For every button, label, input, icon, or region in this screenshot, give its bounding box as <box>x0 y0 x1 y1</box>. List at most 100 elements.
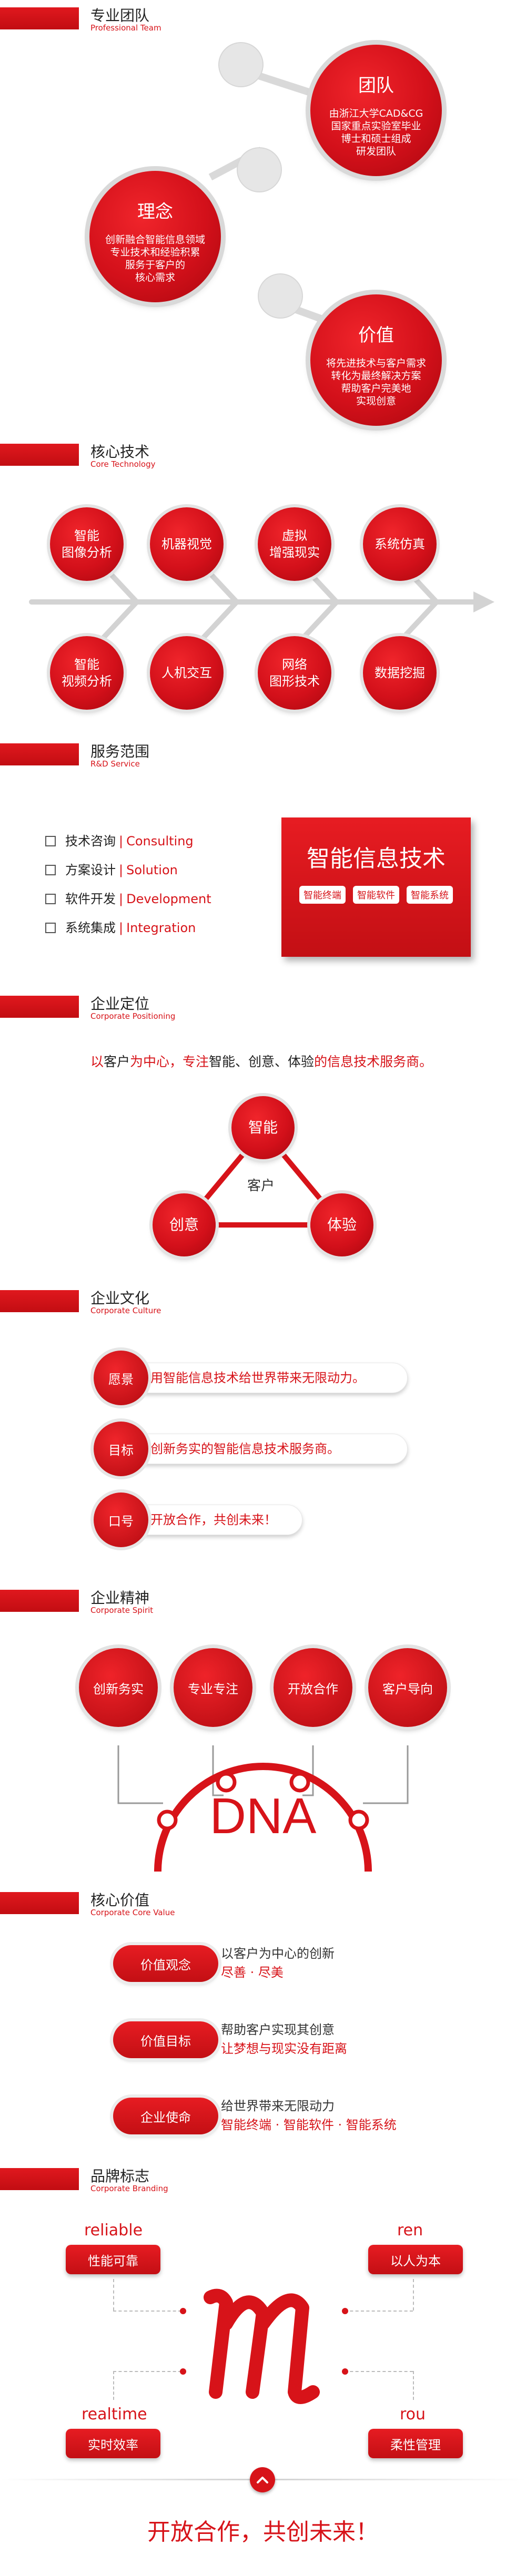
section-title: 核心价值 <box>90 1892 150 1909</box>
tech-label: 视频分析 <box>62 674 112 689</box>
value-circle-text: 将先进技术与客户需求 转化为最终解决方案 帮助客户完美地 实现创意 <box>310 357 442 407</box>
dash-line <box>345 2311 413 2312</box>
culture-badge: 愿景 <box>94 1351 148 1405</box>
footer-slogan: 开放合作，共创未来！ <box>147 2519 379 2546</box>
team-circle-title: 团队 <box>358 75 394 96</box>
dot <box>342 2308 348 2314</box>
culture-bar: 创新务实的智能信息技术服务商。 <box>118 1434 408 1464</box>
brand-en: rou <box>400 2405 426 2424</box>
service-sep: | <box>119 834 124 849</box>
node-label: 智能 <box>248 1119 278 1136</box>
brand-button: 性能可靠 <box>66 2245 160 2274</box>
section-title: 核心技术 <box>90 443 150 461</box>
section-subtitle: R&D Service <box>90 759 140 769</box>
tech-label: 数据挖掘 <box>375 666 425 680</box>
service-en: Solution <box>126 863 178 877</box>
card-tags: 智能终端 智能软件 智能系统 <box>281 886 471 904</box>
service-en: Consulting <box>126 834 194 849</box>
culture-text: 创新务实的智能信息技术服务商。 <box>150 1442 340 1456</box>
value-line: 实现创意 <box>356 395 396 407</box>
service-en: Integration <box>126 921 196 935</box>
pos-text: 客户 <box>104 1054 130 1069</box>
section-subtitle: Corporate Culture <box>90 1306 161 1315</box>
tech-label: 图像分析 <box>62 545 112 560</box>
service-cn: 系统集成 <box>65 921 116 935</box>
checkbox-icon <box>45 865 56 875</box>
spirit-item: 创新务实 <box>79 1648 158 1727</box>
intelligent-tech-card: 智能信息技术 智能终端 智能软件 智能系统 <box>281 817 471 957</box>
team-line: 国家重点实验室毕业 <box>331 120 421 132</box>
section-header-spirit: 企业精神 Corporate Spirit <box>0 1582 526 1619</box>
brand-button: 实时效率 <box>66 2429 160 2458</box>
decor-dot <box>258 273 303 319</box>
section-bar <box>0 743 79 765</box>
tech-item: 网络 图形技术 <box>258 636 331 710</box>
node-label: 体验 <box>327 1216 357 1233</box>
philosophy-line: 创新融合智能信息领域 <box>105 234 205 246</box>
pos-text: 的信息技术服务商。 <box>314 1054 433 1069</box>
tech-label: 智能 <box>74 528 99 543</box>
pos-text: 智能、创意、体验 <box>209 1054 315 1069</box>
checkbox-icon <box>45 836 56 846</box>
card-tag: 智能软件 <box>353 886 399 904</box>
tech-item: 智能 视频分析 <box>50 636 124 710</box>
value-line-a: 以客户为中心的创新 <box>221 1946 335 1961</box>
section-header-brand: 品牌标志 Corporate Branding <box>0 2161 526 2197</box>
philosophy-line: 服务于客户的 <box>125 259 185 271</box>
value-text: 以客户为中心的创新 尽善 · 尽美 <box>221 1944 335 1982</box>
service-en: Development <box>126 892 211 906</box>
value-text: 给世界带来无限动力 智能终端 · 智能软件 · 智能系统 <box>221 2097 397 2134</box>
culture-bar: 用智能信息技术给世界带来无限动力。 <box>118 1363 408 1393</box>
team-circle-text: 由浙江大学CAD&CG 国家重点实验室毕业 博士和硕士组成 研发团队 <box>310 107 442 158</box>
spirit-item: 专业专注 <box>174 1648 252 1727</box>
value-line: 将先进技术与客户需求 <box>326 357 426 369</box>
brand-en: reliable <box>84 2221 143 2240</box>
section-header-culture: 企业文化 Corporate Culture <box>0 1283 526 1320</box>
service-sep: | <box>119 921 124 935</box>
brand-en: ren <box>397 2221 423 2240</box>
value-line-b: 尽善 · 尽美 <box>221 1965 284 1980</box>
value-text: 帮助客户实现其创意 让梦想与现实没有距离 <box>221 2020 347 2058</box>
dash-line <box>113 2279 114 2311</box>
tech-label: 智能 <box>74 657 99 672</box>
spirit-label: 创新务实 <box>93 1681 144 1696</box>
team-line: 博士和硕士组成 <box>341 133 411 145</box>
section-title: 企业精神 <box>90 1589 150 1607</box>
culture-badge: 口号 <box>94 1493 148 1547</box>
section-title: 服务范围 <box>90 743 150 760</box>
value-line-a: 帮助客户实现其创意 <box>221 2022 335 2037</box>
card-title: 智能信息技术 <box>307 845 446 872</box>
tech-label: 虚拟 <box>282 528 307 543</box>
service-cn: 软件开发 <box>65 892 116 906</box>
section-title: 企业定位 <box>90 995 150 1013</box>
card-tag: 智能终端 <box>299 886 346 904</box>
section-subtitle: Professional Team <box>90 23 161 33</box>
philosophy-circle: 理念 创新融合智能信息领域 专业技术和经验积累 服务于客户的 核心需求 <box>89 171 221 302</box>
spirit-label: 客户导向 <box>382 1681 433 1696</box>
pos-text: 为中心，专注 <box>130 1054 209 1069</box>
spirit-item: 客户导向 <box>368 1648 447 1727</box>
value-circle: 价值 将先进技术与客户需求 转化为最终解决方案 帮助客户完美地 实现创意 <box>310 294 442 426</box>
philosophy-circle-title: 理念 <box>137 201 173 222</box>
spirit-label: 专业专注 <box>188 1681 238 1696</box>
service-sep: | <box>119 892 124 906</box>
section-subtitle: Corporate Positioning <box>90 1011 176 1021</box>
section-header-service: 服务范围 R&D Service <box>0 736 526 773</box>
brand-button: 柔性管理 <box>368 2429 463 2458</box>
philosophy-circle-text: 创新融合智能信息领域 专业技术和经验积累 服务于客户的 核心需求 <box>89 233 221 284</box>
tech-label: 系统仿真 <box>375 537 425 551</box>
value-pill: 价值观念 <box>113 1945 218 1982</box>
section-header-values: 核心价值 Corporate Core Value <box>0 1885 526 1921</box>
section-header-position: 企业定位 Corporate Positioning <box>0 988 526 1025</box>
value-line-b: 让梦想与现实没有距离 <box>221 2041 347 2056</box>
team-circle: 团队 由浙江大学CAD&CG 国家重点实验室毕业 博士和硕士组成 研发团队 <box>310 45 442 176</box>
section-subtitle: Corporate Core Value <box>90 1908 175 1917</box>
team-line: 由浙江大学CAD&CG <box>329 108 423 119</box>
dna-text: DNA <box>209 1788 317 1844</box>
culture-label: 目标 <box>108 1443 134 1458</box>
node-intelligence: 智能 <box>231 1096 295 1159</box>
node-experience: 体验 <box>310 1193 373 1256</box>
brand-cn: 柔性管理 <box>390 2437 441 2452</box>
chevron-up-icon[interactable] <box>250 2467 275 2492</box>
brand-button: 以人为本 <box>368 2245 463 2274</box>
